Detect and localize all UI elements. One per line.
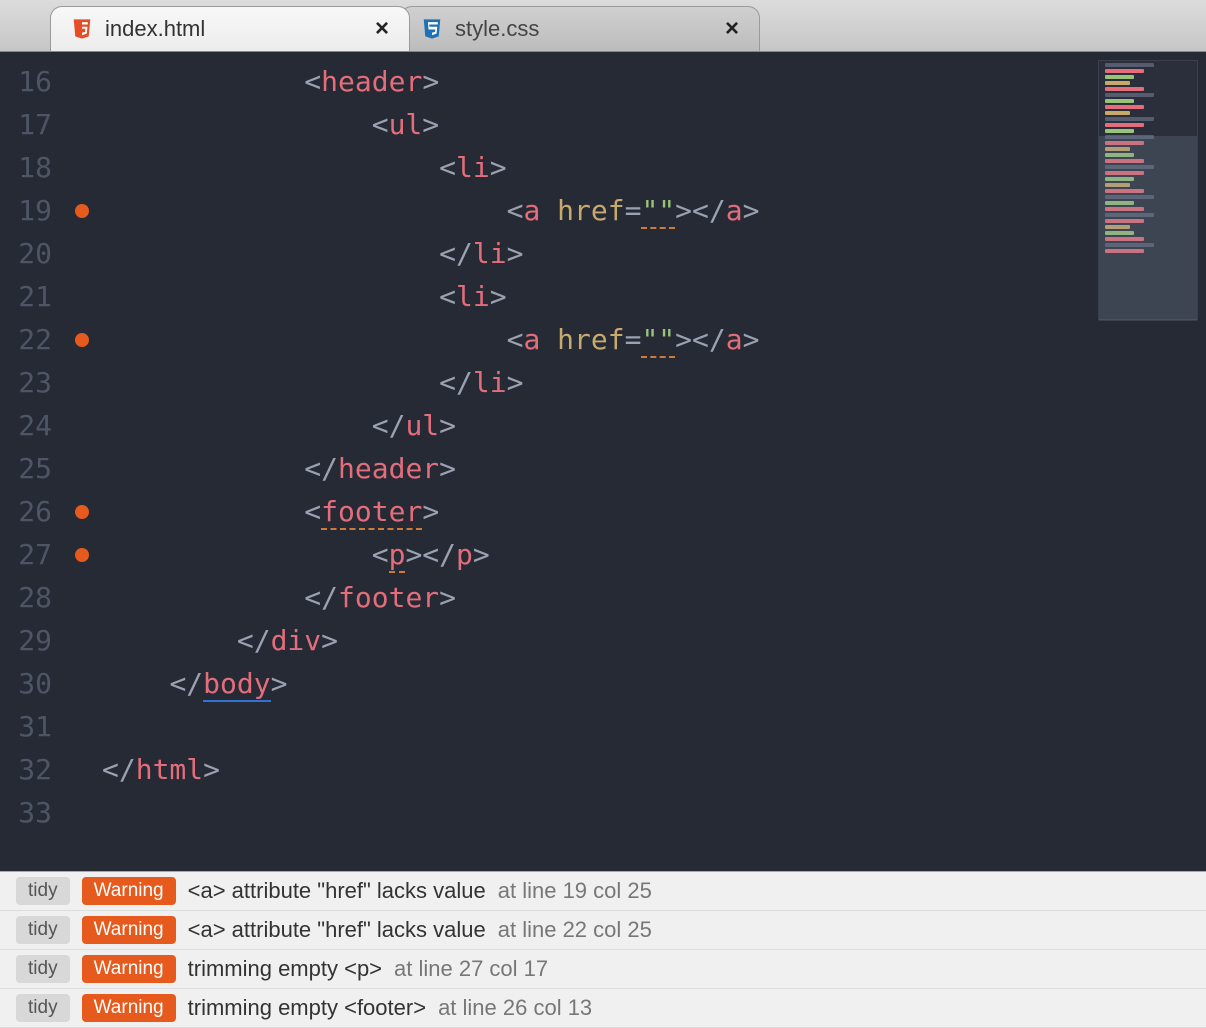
code-line[interactable]: </footer> bbox=[102, 576, 1206, 619]
code-line[interactable]: <a href=""></a> bbox=[102, 318, 1206, 361]
line-number: 30 bbox=[0, 662, 52, 705]
code-line[interactable]: </li> bbox=[102, 232, 1206, 275]
line-number: 22 bbox=[0, 318, 52, 361]
marker-slot bbox=[62, 318, 102, 361]
marker-slot bbox=[62, 748, 102, 791]
line-number: 20 bbox=[0, 232, 52, 275]
code-editor[interactable]: 161718192021222324252627282930313233 <he… bbox=[0, 52, 1206, 871]
code-line[interactable]: </header> bbox=[102, 447, 1206, 490]
line-number: 16 bbox=[0, 60, 52, 103]
lint-source-badge: tidy bbox=[16, 916, 70, 944]
css3-icon bbox=[421, 18, 443, 40]
line-number: 23 bbox=[0, 361, 52, 404]
close-icon[interactable]: × bbox=[375, 17, 389, 41]
code-line[interactable]: <li> bbox=[102, 275, 1206, 318]
line-number: 28 bbox=[0, 576, 52, 619]
html5-icon bbox=[71, 18, 93, 40]
marker-slot bbox=[62, 60, 102, 103]
marker-slot bbox=[62, 275, 102, 318]
code-line[interactable]: </body> bbox=[102, 662, 1206, 705]
line-number: 31 bbox=[0, 705, 52, 748]
code-line[interactable]: </div> bbox=[102, 619, 1206, 662]
close-icon[interactable]: × bbox=[725, 17, 739, 41]
app-root: index.html × style.css × 161718192021222… bbox=[0, 0, 1206, 1028]
error-dot-icon[interactable] bbox=[75, 204, 89, 218]
line-number: 26 bbox=[0, 490, 52, 533]
marker-slot bbox=[62, 662, 102, 705]
marker-slot bbox=[62, 533, 102, 576]
code-line[interactable] bbox=[102, 791, 1206, 834]
code-line[interactable]: </html> bbox=[102, 748, 1206, 791]
code-line[interactable]: <ul> bbox=[102, 103, 1206, 146]
line-number: 33 bbox=[0, 791, 52, 834]
marker-slot bbox=[62, 232, 102, 275]
minimap-viewport[interactable] bbox=[1099, 136, 1197, 321]
error-dot-icon[interactable] bbox=[75, 333, 89, 347]
marker-slot bbox=[62, 619, 102, 662]
marker-slot bbox=[62, 705, 102, 748]
marker-slot bbox=[62, 490, 102, 533]
code-line[interactable]: <a href=""></a> bbox=[102, 189, 1206, 232]
lint-level-badge: Warning bbox=[82, 916, 176, 944]
lint-level-badge: Warning bbox=[82, 955, 176, 983]
code-line[interactable]: <footer> bbox=[102, 490, 1206, 533]
line-number: 21 bbox=[0, 275, 52, 318]
lint-panel: tidy Warning <a> attribute "href" lacks va… bbox=[0, 871, 1206, 1028]
line-number: 18 bbox=[0, 146, 52, 189]
lint-message: trimming empty <footer> bbox=[188, 995, 426, 1021]
line-number: 25 bbox=[0, 447, 52, 490]
lint-location: at line 26 col 13 bbox=[438, 995, 592, 1021]
lint-location: at line 27 col 17 bbox=[394, 956, 548, 982]
line-number: 29 bbox=[0, 619, 52, 662]
lint-message: trimming empty <p> bbox=[188, 956, 382, 982]
code-line[interactable] bbox=[102, 705, 1206, 748]
code-area[interactable]: <header> <ul> <li> <a href=""></a> </li>… bbox=[102, 52, 1206, 871]
tab-bar: index.html × style.css × bbox=[0, 0, 1206, 52]
marker-slot bbox=[62, 576, 102, 619]
line-number: 24 bbox=[0, 404, 52, 447]
lint-source-badge: tidy bbox=[16, 994, 70, 1022]
code-line[interactable]: </li> bbox=[102, 361, 1206, 404]
line-number-gutter: 161718192021222324252627282930313233 bbox=[0, 52, 62, 871]
line-number: 27 bbox=[0, 533, 52, 576]
marker-slot bbox=[62, 103, 102, 146]
error-dot-icon[interactable] bbox=[75, 505, 89, 519]
lint-level-badge: Warning bbox=[82, 877, 176, 905]
lint-row[interactable]: tidy Warning trimming empty <footer> at li… bbox=[0, 989, 1206, 1028]
code-line[interactable]: </ul> bbox=[102, 404, 1206, 447]
lint-row[interactable]: tidy Warning <a> attribute "href" lacks va… bbox=[0, 911, 1206, 950]
marker-slot bbox=[62, 361, 102, 404]
error-marker-gutter bbox=[62, 52, 102, 871]
lint-message: <a> attribute "href" lacks value bbox=[188, 917, 486, 943]
minimap[interactable] bbox=[1098, 60, 1198, 320]
code-line[interactable]: <header> bbox=[102, 60, 1206, 103]
code-line[interactable]: <li> bbox=[102, 146, 1206, 189]
line-number: 32 bbox=[0, 748, 52, 791]
tab-title: index.html bbox=[105, 16, 363, 42]
tab-style-css[interactable]: style.css × bbox=[400, 6, 760, 51]
marker-slot bbox=[62, 404, 102, 447]
marker-slot bbox=[62, 189, 102, 232]
marker-slot bbox=[62, 146, 102, 189]
line-number: 17 bbox=[0, 103, 52, 146]
line-number: 19 bbox=[0, 189, 52, 232]
lint-row[interactable]: tidy Warning trimming empty <p> at line 27… bbox=[0, 950, 1206, 989]
tab-index-html[interactable]: index.html × bbox=[50, 6, 410, 51]
lint-location: at line 19 col 25 bbox=[498, 878, 652, 904]
error-dot-icon[interactable] bbox=[75, 548, 89, 562]
code-line[interactable]: <p></p> bbox=[102, 533, 1206, 576]
lint-source-badge: tidy bbox=[16, 955, 70, 983]
lint-location: at line 22 col 25 bbox=[498, 917, 652, 943]
lint-row[interactable]: tidy Warning <a> attribute "href" lacks va… bbox=[0, 872, 1206, 911]
lint-level-badge: Warning bbox=[82, 994, 176, 1022]
tab-title: style.css bbox=[455, 16, 713, 42]
lint-source-badge: tidy bbox=[16, 877, 70, 905]
marker-slot bbox=[62, 791, 102, 834]
marker-slot bbox=[62, 447, 102, 490]
lint-message: <a> attribute "href" lacks value bbox=[188, 878, 486, 904]
